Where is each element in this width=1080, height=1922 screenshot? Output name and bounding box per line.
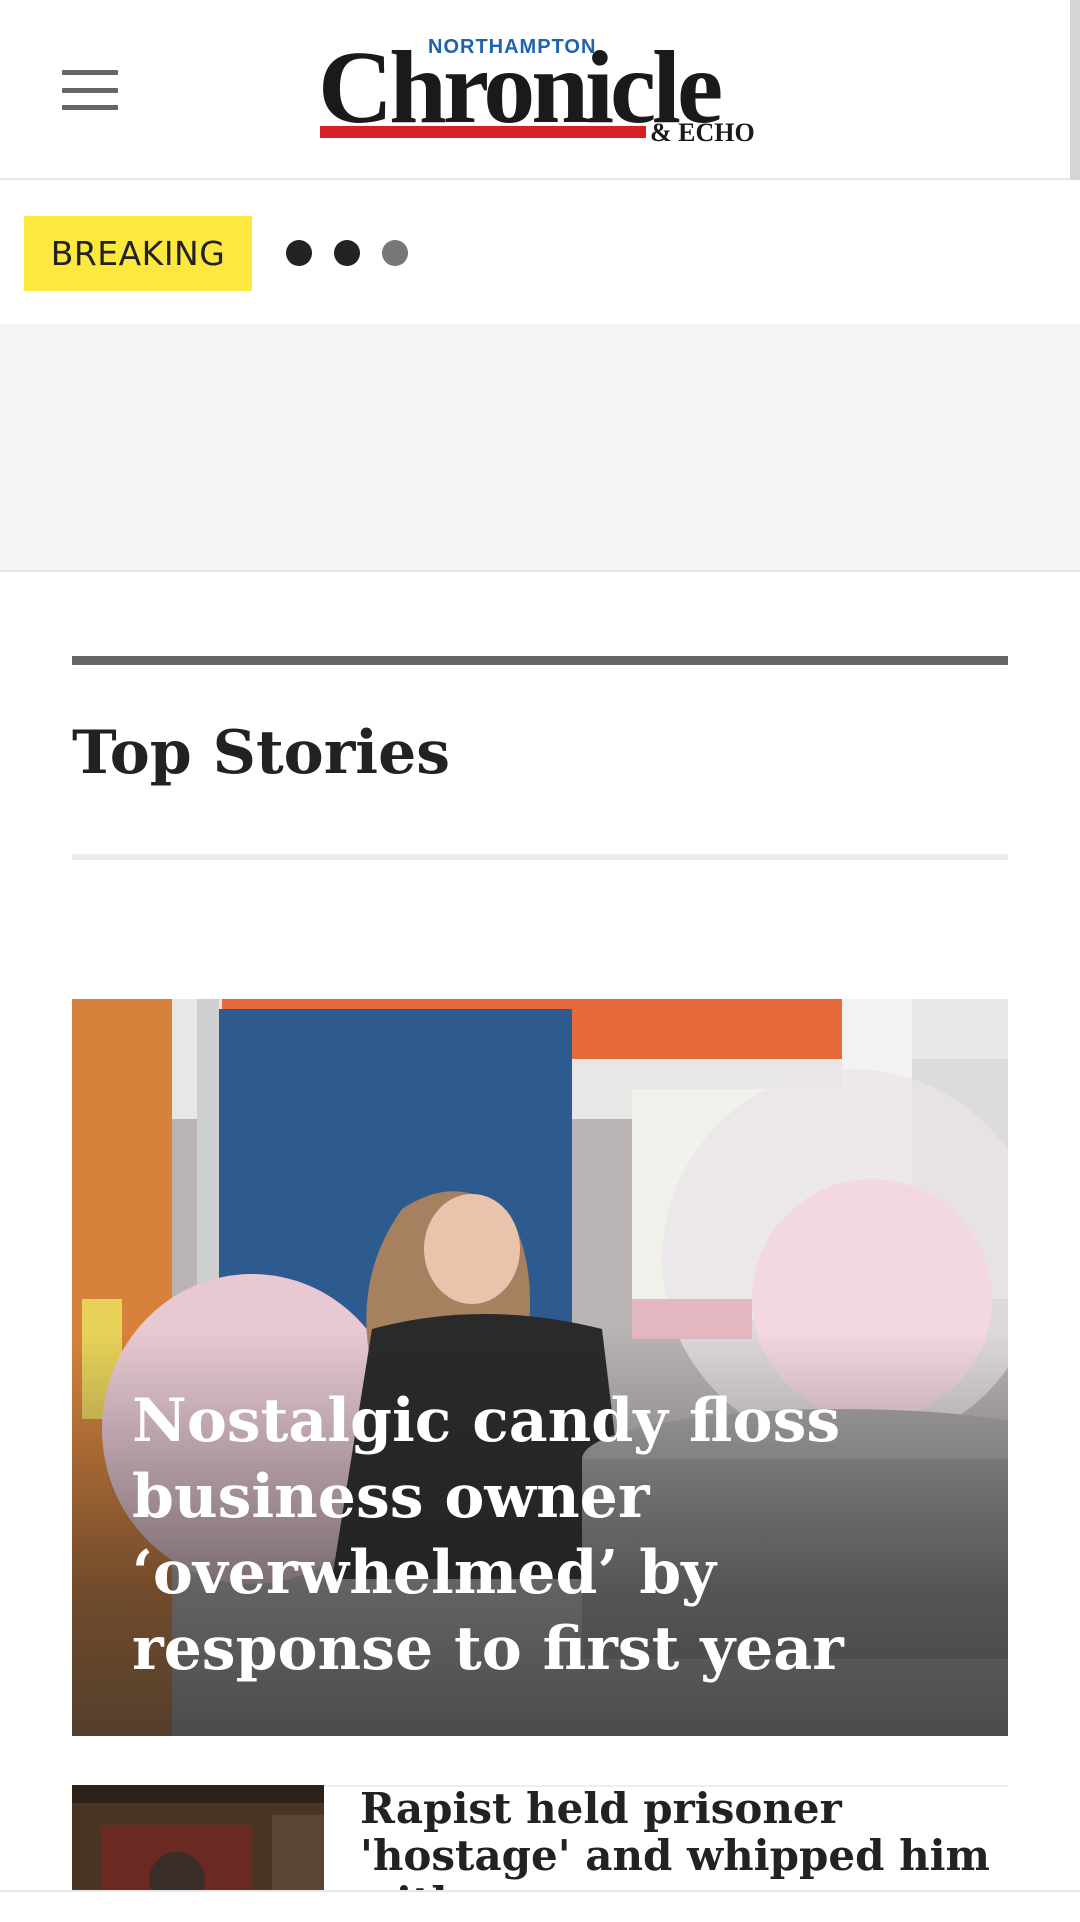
logo-red-bar [320,126,646,138]
logo-top-text: NORTHAMPTON [428,36,597,58]
section-divider-thick [72,656,1008,665]
hero-story-card[interactable]: Nostalgic candy floss business owner ‘ov… [72,999,1008,1736]
story-list-item[interactable]: Rapist held prisoner 'hostage' and whipp… [72,1785,1008,1895]
story-headline[interactable]: Rapist held prisoner 'hostage' and whipp… [360,1785,1008,1895]
section-title: Top Stories [72,718,451,788]
hero-headline[interactable]: Nostalgic candy floss business owner ‘ov… [132,1383,952,1687]
carousel-dot[interactable] [334,240,360,266]
menu-line [62,87,118,93]
advert-placeholder [0,324,1080,572]
breaking-news-bar: BREAKING [0,180,1080,324]
menu-line [62,70,118,75]
breaking-carousel-dots [286,240,408,266]
carousel-dot[interactable] [286,240,312,266]
section-divider-thin [72,854,1008,860]
site-header: Chronicle NORTHAMPTON & ECHO [0,0,1080,322]
carousel-dot-active[interactable] [382,240,408,266]
bottom-edge-bar [0,1890,1080,1922]
breaking-badge[interactable]: BREAKING [24,216,252,291]
menu-line [62,105,118,110]
logo-sub-text: & ECHO [650,118,755,147]
story-thumbnail [72,1785,324,1895]
hamburger-menu-icon[interactable] [62,70,118,110]
site-logo[interactable]: Chronicle NORTHAMPTON & ECHO [318,30,764,148]
